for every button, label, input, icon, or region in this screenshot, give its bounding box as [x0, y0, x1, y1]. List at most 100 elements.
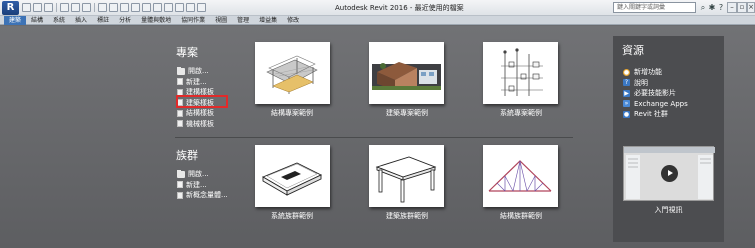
section-divider [175, 137, 573, 138]
families-link[interactable]: 新建... [177, 180, 228, 191]
play-icon[interactable] [661, 165, 678, 182]
resource-link[interactable]: ● Revit 社群 [623, 109, 688, 120]
architectural-project-thumbnail[interactable] [369, 42, 444, 104]
getting-started-video-label[interactable]: 入門視訊 [623, 205, 714, 215]
ribbon-tab[interactable]: 管理 [232, 16, 254, 25]
ribbon-tab[interactable]: 量體與敷地 [136, 16, 176, 25]
close-windows-icon[interactable] [175, 3, 184, 12]
resources-list: ● 新增功能? 說明 ▶ 必要技能影片 » Exchange Apps ● Revit 社群 [623, 67, 688, 120]
families-link-label: 開啟... [188, 170, 209, 179]
structural-family-thumbnail[interactable] [483, 145, 558, 207]
exchange-apps-icon: » [623, 100, 630, 108]
tag-icon[interactable] [120, 3, 129, 12]
projects-link-label: 機械樣板 [186, 119, 214, 128]
resource-link[interactable]: ? 說明 [623, 78, 688, 89]
resource-link[interactable]: » Exchange Apps [623, 99, 688, 110]
template-icon [177, 109, 183, 117]
switch-windows-icon[interactable] [186, 3, 195, 12]
projects-link-label: 結構樣板 [186, 109, 214, 118]
window-title: Autodesk Revit 2016 - 最近使用的檔案 [335, 4, 464, 12]
mass-icon [177, 191, 183, 199]
new-file-icon [177, 78, 183, 86]
family-links: 開啟... 新建... 新概念量體... [177, 169, 228, 201]
quick-access-toolbar [22, 3, 206, 13]
ribbon-tab[interactable]: 修改 [282, 16, 304, 25]
systems-project-thumbnail[interactable] [483, 42, 558, 104]
ribbon-tab-bar: 建築 結構 系統 插入 標註 分析 量體與敷地 協同作業 視圖 管理 增益集 修改 [0, 16, 755, 25]
system-family-thumbnail[interactable] [255, 145, 330, 207]
template-icon [177, 120, 183, 128]
undo-icon[interactable] [60, 3, 69, 12]
folder-icon [177, 169, 185, 178]
ribbon-tab[interactable]: 建築 [4, 16, 27, 25]
binoculars-icon[interactable]: ⌕ [699, 3, 707, 12]
community-icon: ● [623, 110, 630, 118]
title-bar: R Autodesk Revit 2016 - 最近使用的檔案 鍵入關鍵字或詞彙… [0, 0, 755, 16]
structural-project-sample-label[interactable]: 結構專案範例 [232, 108, 352, 118]
sync-icon[interactable] [44, 3, 53, 12]
resources-title: 資源 [622, 44, 644, 57]
projects-link[interactable]: 結構樣板 [177, 108, 214, 119]
ribbon-tab[interactable]: 協同作業 [176, 16, 210, 25]
projects-link[interactable]: 新建... [177, 77, 214, 88]
revit-app-menu-button[interactable]: R [2, 1, 19, 15]
architectural-family-thumbnail[interactable] [369, 145, 444, 207]
resource-link[interactable]: ● 新增功能 [623, 67, 688, 78]
ribbon-tab[interactable]: 增益集 [254, 16, 282, 25]
help-icon[interactable]: ? [717, 3, 725, 12]
projects-link[interactable]: 機械樣板 [177, 119, 214, 130]
projects-title: 專案 [176, 46, 198, 59]
thin-lines-icon[interactable] [164, 3, 173, 12]
systems-project-sample-label[interactable]: 系統專案範例 [461, 108, 581, 118]
customize-toolbar-icon[interactable] [197, 3, 206, 12]
3d-view-icon[interactable] [142, 3, 151, 12]
resources-panel: 資源 ● 新增功能? 說明 ▶ 必要技能影片 » Exchange Apps ● Revit 社… [613, 36, 724, 242]
ribbon-tabs: 建築 結構 系統 插入 標註 分析 量體與敷地 協同作業 視圖 管理 增益集 修改 [4, 16, 304, 25]
search-input[interactable]: 鍵入關鍵字或詞彙 [613, 2, 696, 13]
projects-link-label: 新建... [186, 77, 207, 86]
close-button[interactable]: × [747, 2, 755, 13]
ribbon-tab[interactable]: 結構 [26, 16, 48, 25]
ribbon-tab[interactable]: 標註 [92, 16, 114, 25]
families-title: 族群 [176, 149, 198, 162]
dimension-icon[interactable] [109, 3, 118, 12]
ribbon-tab[interactable]: 分析 [114, 16, 136, 25]
ribbon-tab[interactable]: 插入 [70, 16, 92, 25]
minimize-button[interactable]: – [727, 2, 737, 13]
resource-link-label: 必要技能影片 [634, 89, 676, 98]
resource-link-label: 說明 [634, 78, 648, 87]
families-link[interactable]: 新概念量體... [177, 190, 228, 201]
redo-icon[interactable] [71, 3, 80, 12]
save-icon[interactable] [33, 3, 42, 12]
highlight-box [176, 95, 228, 108]
projects-link[interactable]: 開啟... [177, 66, 214, 77]
video-icon: ▶ [623, 89, 630, 97]
measure-icon[interactable] [98, 3, 107, 12]
architectural-project-sample-label[interactable]: 建築專案範例 [347, 108, 467, 118]
structural-project-thumbnail[interactable] [255, 42, 330, 104]
toolbar-separator [94, 3, 95, 12]
ribbon-tab[interactable]: 系統 [48, 16, 70, 25]
structural-family-sample-label[interactable]: 結構族群範例 [461, 211, 581, 221]
open-icon[interactable] [22, 3, 31, 12]
recent-files-page: 專案 開啟... 新建... 建構樣板 建築樣板 結構樣板 機械樣板 結構專案範例 [0, 26, 755, 248]
subscription-icon[interactable]: ✱ [708, 3, 716, 12]
resource-link[interactable]: ▶ 必要技能影片 [623, 88, 688, 99]
resource-link-label: 新增功能 [634, 68, 662, 77]
architectural-family-sample-label[interactable]: 建築族群範例 [347, 211, 467, 221]
families-link-label: 新概念量體... [186, 191, 228, 200]
new-file-icon [177, 181, 183, 189]
section-icon[interactable] [153, 3, 162, 12]
ribbon-tab[interactable]: 視圖 [210, 16, 232, 25]
restore-button[interactable]: ▫ [737, 2, 747, 13]
families-link[interactable]: 開啟... [177, 169, 228, 180]
resource-link-label: Exchange Apps [634, 99, 688, 108]
families-link-label: 新建... [186, 180, 207, 189]
print-icon[interactable] [82, 3, 91, 12]
projects-link-label: 開啟... [188, 67, 209, 76]
getting-started-video-thumbnail[interactable] [623, 146, 715, 201]
system-family-sample-label[interactable]: 系統族群範例 [232, 211, 352, 221]
whats-new-icon: ● [623, 68, 630, 76]
folder-icon [177, 66, 185, 75]
text-icon[interactable] [131, 3, 140, 12]
